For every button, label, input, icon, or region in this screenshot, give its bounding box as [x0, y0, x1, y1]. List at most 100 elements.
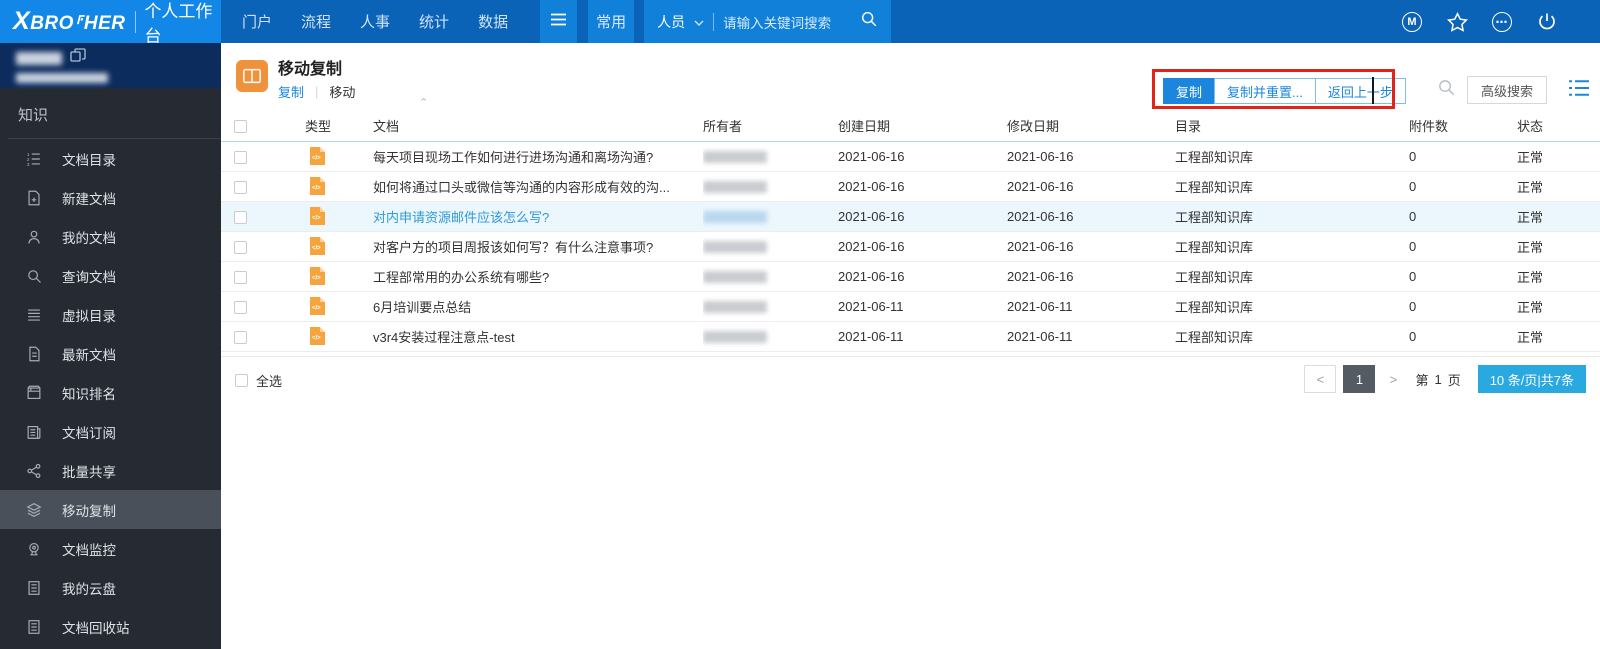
- search-input[interactable]: 请输入关键词搜索: [723, 12, 851, 32]
- created-date: 2021-06-11: [838, 298, 904, 314]
- created-date: 2021-06-16: [838, 238, 905, 254]
- sidebar-item-label: 文档订阅: [62, 425, 116, 441]
- brand-logo[interactable]: XBRO⸁HER 个人工作台: [0, 0, 221, 46]
- list-icon: [25, 305, 45, 325]
- sidebar-item-move-copy[interactable]: 移动复制: [0, 490, 221, 529]
- tab-move[interactable]: 移动: [329, 82, 355, 101]
- sidebar-item-search-docs[interactable]: 查询文档: [0, 256, 221, 295]
- row-checkbox[interactable]: [234, 240, 247, 254]
- sidebar-item-doc-subscribe[interactable]: 文档订阅: [0, 412, 221, 451]
- frequent-menu-button[interactable]: 常用: [588, 0, 635, 43]
- go-back-button[interactable]: 返回上一步: [1314, 78, 1406, 104]
- sidebar-item-doc-recycle[interactable]: 文档回收站: [0, 607, 221, 646]
- sidebar-item-knowledge-rank[interactable]: 知识排名: [0, 373, 221, 412]
- row-checkbox[interactable]: [234, 270, 247, 284]
- search-scope-select[interactable]: 人员: [657, 12, 685, 32]
- document-title[interactable]: 6月培训要点总结: [373, 300, 471, 315]
- sidebar-item-label: 新建文档: [62, 191, 116, 207]
- collapse-caret-icon[interactable]: ⌃: [419, 96, 428, 109]
- sidebar-item-virtual-catalog[interactable]: 虚拟目录: [0, 295, 221, 334]
- chevron-down-icon[interactable]: [694, 13, 704, 31]
- sidebar-item-doc-catalog[interactable]: 1 2 3 文档目录: [0, 139, 221, 178]
- document-title[interactable]: v3r4安装过程注意点-test: [373, 330, 515, 345]
- topnav-item-process[interactable]: 流程: [301, 11, 331, 32]
- html-file-icon: </>: [310, 177, 325, 195]
- document-title[interactable]: 如何将通过口头或微信等沟通的内容形成有效的沟...: [373, 180, 670, 195]
- logout-power-icon[interactable]: [1536, 11, 1558, 33]
- top-bar: XBRO⸁HER 个人工作台 门户 流程 人事 统计 数据 常用 人员 请输入关键词搜索…: [0, 0, 1600, 46]
- table-row[interactable]: </> 如何将通过口头或微信等沟通的内容形成有效的沟... 2021-06-16 20…: [221, 171, 1600, 202]
- advanced-search-button[interactable]: 高级搜索: [1467, 76, 1548, 104]
- more-options-icon[interactable]: ⋯: [1491, 11, 1513, 33]
- sidebar-item-label: 移动复制: [62, 503, 116, 519]
- page-number-input[interactable]: 1: [1434, 372, 1441, 387]
- tab-copy[interactable]: 复制: [278, 82, 304, 101]
- sidebar-item-label: 批量共享: [62, 464, 116, 480]
- sidebar-item-label: 查询文档: [62, 269, 116, 285]
- table-row[interactable]: </> 工程部常用的办公系统有哪些? 2021-06-16 2021-06-16 工程部…: [221, 261, 1600, 292]
- document-title[interactable]: 对客户方的项目周报该如何写？有什么注意事项?: [373, 240, 653, 255]
- owner-redacted: [703, 181, 767, 194]
- document-table: 类型 文档 所有者 创建日期 修改日期 目录 附件数 状态 </> 每天项目现场工作如何进行进场…: [221, 111, 1600, 352]
- document-title[interactable]: 工程部常用的办公系统有哪些?: [373, 270, 549, 285]
- row-checkbox[interactable]: [234, 210, 247, 224]
- row-checkbox[interactable]: [234, 150, 247, 164]
- topnav-item-stats[interactable]: 统计: [419, 11, 449, 32]
- column-header: 修改日期: [1007, 111, 1175, 142]
- copy-reset-button[interactable]: 复制并重置...: [1214, 78, 1316, 104]
- created-date: 2021-06-16: [838, 178, 905, 194]
- subtab-divider: |: [315, 84, 319, 99]
- sidebar-user-band[interactable]: [0, 43, 221, 88]
- copy-button[interactable]: 复制: [1163, 78, 1216, 104]
- table-row[interactable]: </> 6月培训要点总结 2021-06-11 2021-06-11 工程部知识库 0 正常: [221, 291, 1600, 322]
- document-title[interactable]: 对内申请资源邮件应该怎么写?: [373, 210, 549, 225]
- sidebar-item-my-docs[interactable]: 我的文档: [0, 217, 221, 256]
- sidebar-item-latest-docs[interactable]: 最新文档: [0, 334, 221, 373]
- search-icon[interactable]: [860, 10, 878, 33]
- switch-account-icon[interactable]: [70, 48, 86, 68]
- table-row[interactable]: </> 对客户方的项目周报该如何写？有什么注意事项? 2021-06-16 2021-…: [221, 231, 1600, 262]
- sidebar-item-new-doc[interactable]: 新建文档: [0, 178, 221, 217]
- status: 正常: [1517, 239, 1544, 255]
- apps-menu-button[interactable]: [540, 0, 578, 43]
- recycle-doc-icon: [25, 617, 45, 637]
- created-date: 2021-06-16: [838, 208, 905, 224]
- favorites-star-icon[interactable]: [1446, 11, 1468, 33]
- sidebar-item-batch-share[interactable]: 批量共享: [0, 451, 221, 490]
- hamburger-icon: [550, 13, 567, 31]
- row-checkbox[interactable]: [234, 330, 247, 344]
- owner-redacted: [703, 271, 767, 284]
- sidebar-section-title: 知识: [18, 107, 49, 124]
- row-checkbox[interactable]: [234, 300, 247, 314]
- sidebar-item-doc-monitor[interactable]: 文档监控: [0, 529, 221, 568]
- topnav-item-hr[interactable]: 人事: [360, 11, 390, 32]
- document-title[interactable]: 每天项目现场工作如何进行进场沟通和离场沟通?: [373, 150, 653, 165]
- document-icon: [25, 344, 45, 364]
- modified-date: 2021-06-16: [1007, 268, 1074, 284]
- next-page-button[interactable]: >: [1382, 365, 1404, 393]
- search-icon[interactable]: [1437, 78, 1456, 102]
- new-document-icon: [25, 188, 45, 208]
- svg-text:</>: </>: [312, 216, 321, 222]
- select-all-checkbox[interactable]: [235, 374, 248, 387]
- attachment-count: 0: [1409, 208, 1417, 224]
- page-size-badge[interactable]: 10 条/页|共7条: [1477, 365, 1586, 393]
- display-settings-icon[interactable]: [1568, 79, 1590, 102]
- sidebar-item-my-cloud[interactable]: 我的云盘: [0, 568, 221, 607]
- directory: 工程部知识库: [1175, 239, 1254, 255]
- cloud-drive-icon: [25, 578, 45, 598]
- html-file-icon: </>: [310, 237, 325, 255]
- topnav-item-data[interactable]: 数据: [478, 11, 508, 32]
- table-row[interactable]: </> v3r4安装过程注意点-test 2021-06-11 2021-06-11 工…: [221, 321, 1600, 352]
- header-checkbox[interactable]: [234, 120, 247, 134]
- table-row[interactable]: </> 每天项目现场工作如何进行进场沟通和离场沟通? 2021-06-16 2021-…: [221, 141, 1600, 172]
- topnav-item-portal[interactable]: 门户: [242, 11, 272, 32]
- table-row[interactable]: </> 对内申请资源邮件应该怎么写? 2021-06-16 2021-06-16 工程部…: [221, 201, 1600, 232]
- current-page-button[interactable]: 1: [1343, 365, 1376, 393]
- brand-divider: [134, 10, 136, 33]
- prev-page-button[interactable]: <: [1304, 365, 1337, 393]
- message-icon[interactable]: M: [1401, 11, 1423, 33]
- created-date: 2021-06-16: [838, 148, 905, 164]
- page-title: 移动复制: [278, 61, 343, 78]
- row-checkbox[interactable]: [234, 180, 247, 194]
